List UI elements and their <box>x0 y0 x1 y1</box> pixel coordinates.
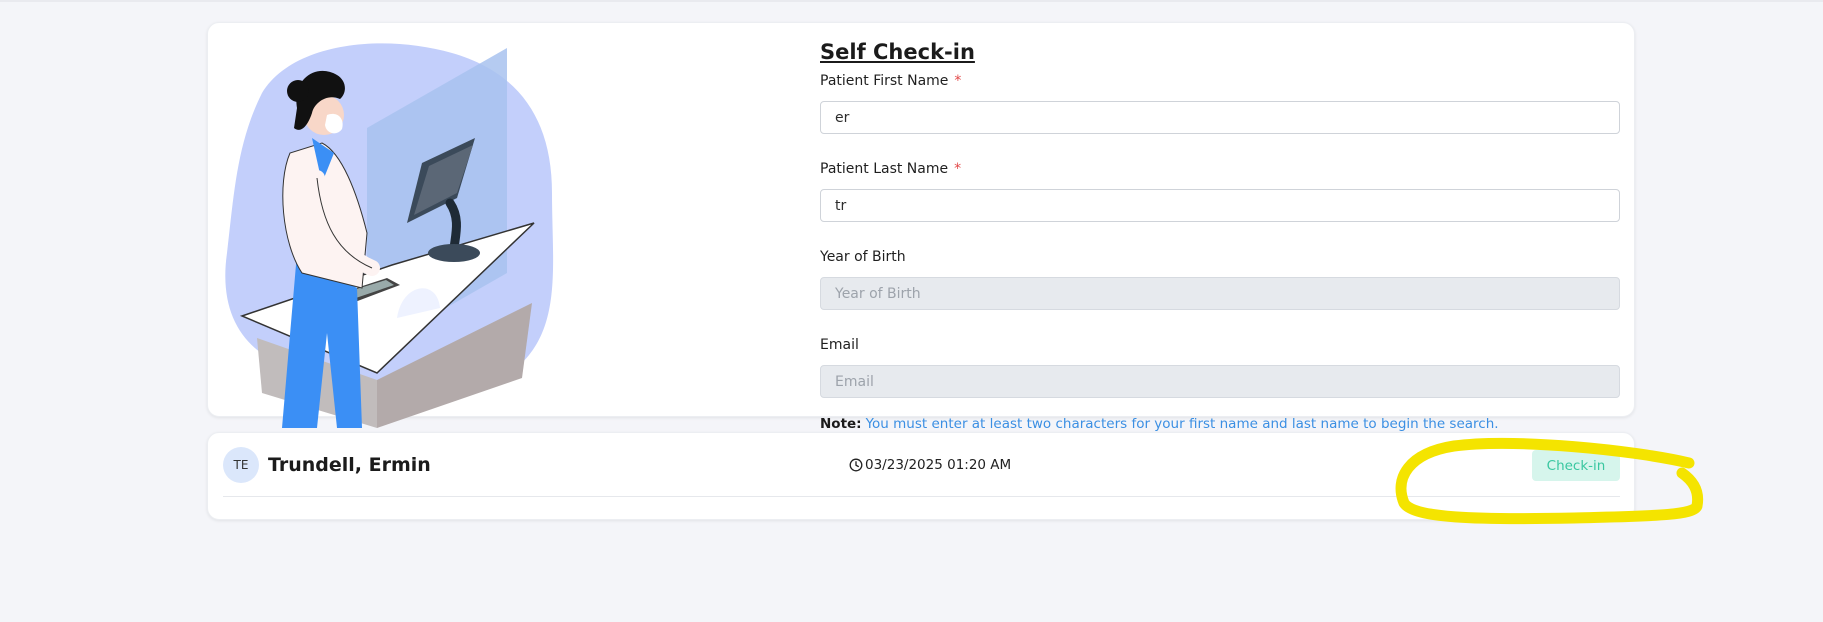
note-label: Note: <box>820 416 862 432</box>
avatar: TE <box>223 447 259 483</box>
patient-name: Trundell, Ermin <box>268 454 431 476</box>
clock-icon <box>849 458 863 472</box>
search-note: Note: You must enter at least two charact… <box>820 416 1620 432</box>
top-divider <box>0 0 1823 2</box>
page-title: Self Check-in <box>820 40 975 64</box>
self-checkin-kiosk-illustration <box>225 43 554 428</box>
year-of-birth-input <box>820 277 1620 310</box>
year-of-birth-label: Year of Birth <box>820 249 906 265</box>
email-input <box>820 365 1620 398</box>
first-name-label: Patient First Name * <box>820 73 962 89</box>
required-mark: * <box>954 73 962 89</box>
timestamp-text: 03/23/2025 01:20 AM <box>865 457 1012 473</box>
last-name-label: Patient Last Name * <box>820 161 962 177</box>
appointment-timestamp: 03/23/2025 01:20 AM <box>849 455 1011 475</box>
email-label: Email <box>820 337 859 353</box>
search-results-card: TE Trundell, Ermin 03/23/2025 01:20 AM C… <box>207 432 1635 520</box>
last-name-input[interactable] <box>820 189 1620 222</box>
checkin-form: Self Check-in Patient First Name* Patien… <box>820 37 1620 432</box>
first-name-input[interactable] <box>820 101 1620 134</box>
patient-result-row: TE Trundell, Ermin 03/23/2025 01:20 AM C… <box>223 433 1620 497</box>
required-mark: * <box>954 161 962 177</box>
checkin-button[interactable]: Check-in <box>1532 450 1620 481</box>
self-checkin-card: Self Check-in Patient First Name* Patien… <box>207 22 1635 432</box>
note-text: You must enter at least two characters f… <box>865 416 1499 432</box>
